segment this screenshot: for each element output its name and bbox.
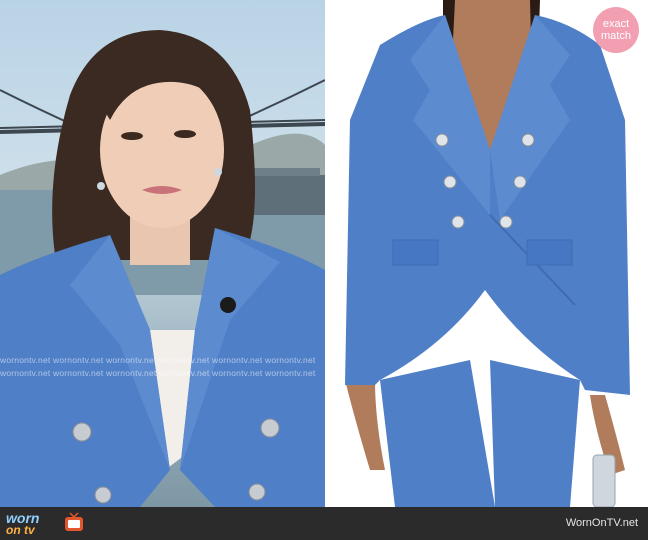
badge-line-2: match xyxy=(601,30,631,42)
tv-icon xyxy=(65,512,83,531)
product-photo-illustration xyxy=(345,0,630,507)
footer-bar xyxy=(0,507,648,540)
watermark-text: wornontv.net wornontv.net wornontv.net w… xyxy=(0,355,316,365)
site-name: WornOnTV.net xyxy=(565,517,638,529)
right-photo xyxy=(325,0,648,507)
anchor-photo-illustration xyxy=(0,30,325,507)
exact-match-badge: exact match xyxy=(593,7,639,53)
brand-logo[interactable]: worn on tv xyxy=(4,510,84,538)
watermark-text: wornontv.net wornontv.net wornontv.net w… xyxy=(0,368,316,378)
badge-line-1: exact xyxy=(602,18,630,30)
logo-line-2: on tv xyxy=(6,523,35,537)
left-photo: wornontv.net wornontv.net wornontv.net w… xyxy=(0,0,325,507)
